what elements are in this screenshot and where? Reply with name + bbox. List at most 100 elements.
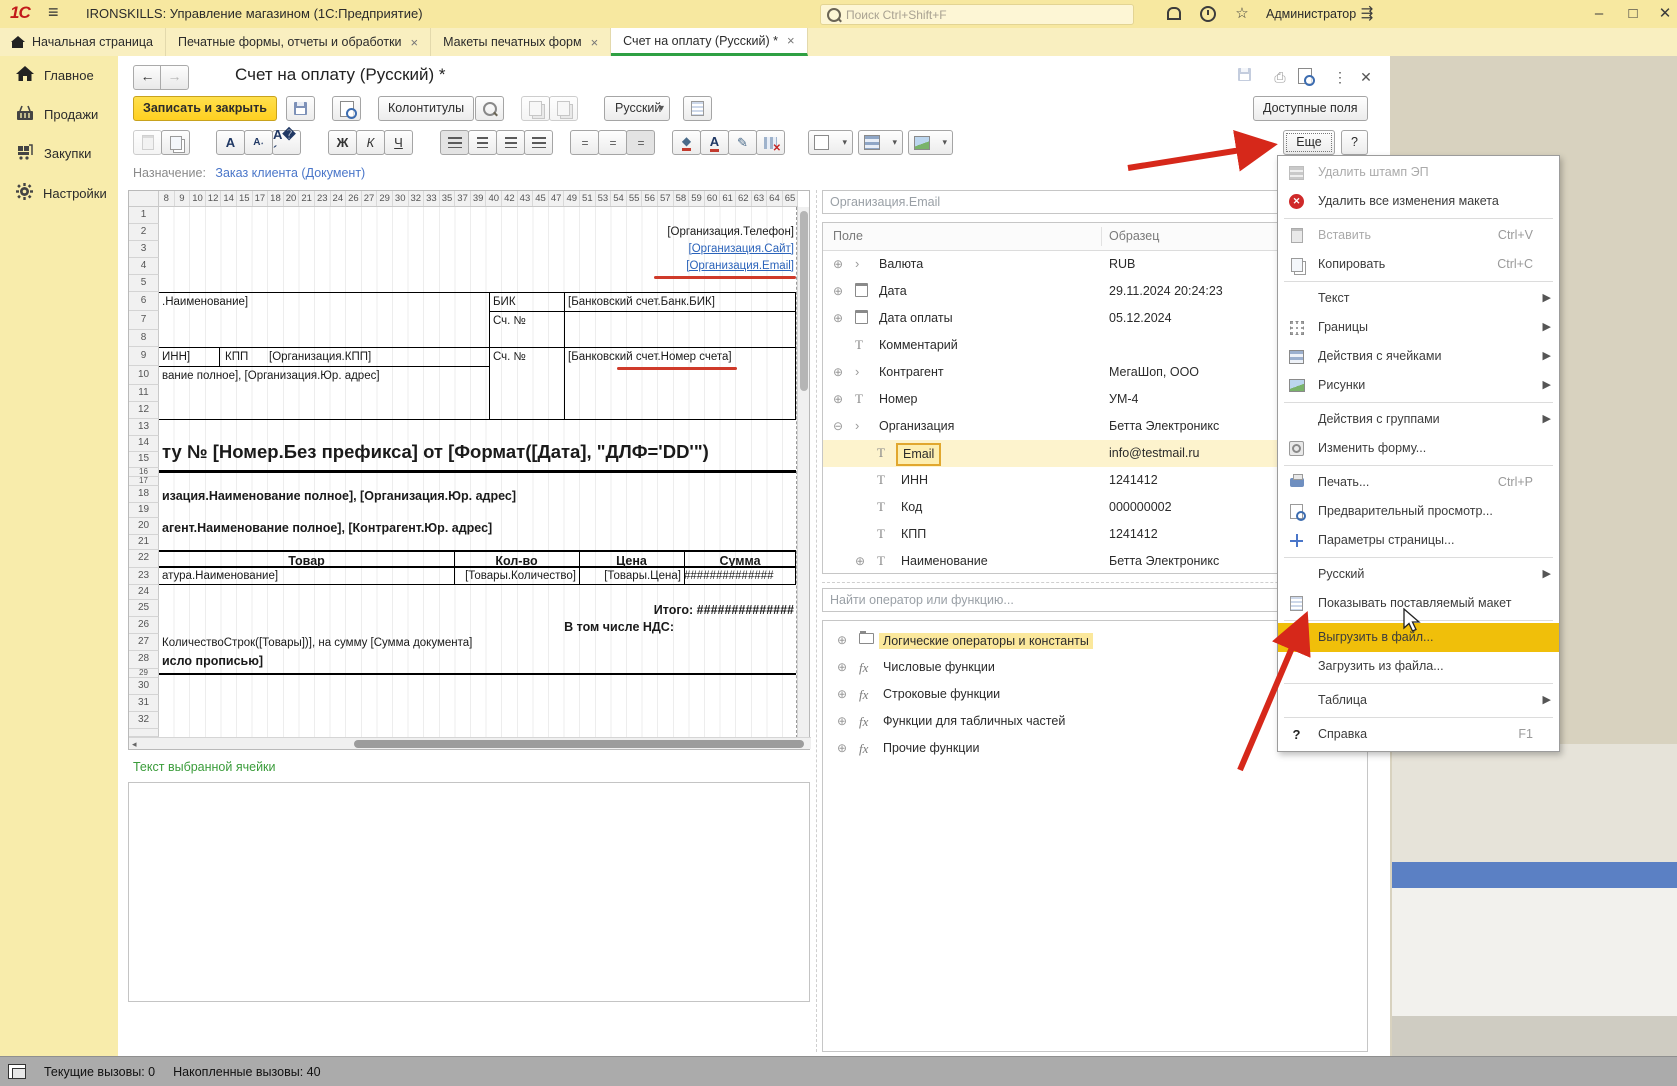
sidebar-item-1[interactable]: Продажи [0,95,118,134]
column-header[interactable]: 20 [284,191,300,206]
edit-cell-button[interactable]: ✎ [728,130,757,155]
cell-goods-price[interactable]: [Товары.Цена] [579,570,681,582]
expand-icon[interactable]: ⊕ [833,365,843,379]
column-header[interactable]: 10 [190,191,206,206]
menu-item-22[interactable]: Загрузить из файла... [1278,652,1559,681]
expand-icon[interactable]: ⊕ [837,687,847,701]
kebab-menu-icon[interactable]: ⋮ [1328,68,1352,88]
row-header[interactable]: 28 [129,651,159,669]
bold-button[interactable]: Ж [328,130,357,155]
cell-org-site[interactable]: [Организация.Сайт] [689,243,794,255]
column-header[interactable]: 32 [409,191,425,206]
sidebar-item-0[interactable]: Главное [0,56,118,95]
global-search-input[interactable]: Поиск Ctrl+Shift+F [820,4,1134,25]
column-header[interactable]: 18 [268,191,284,206]
font-larger-button[interactable]: А�´ [272,130,301,155]
column-header[interactable]: 26 [346,191,362,206]
cell-org-phone[interactable]: [Организация.Телефон] [667,226,794,238]
favorites-star-icon[interactable]: ☆ [1231,4,1253,24]
cell-account-label[interactable]: Сч. № [493,315,526,327]
column-header[interactable]: 15 [237,191,253,206]
row-header[interactable]: 4 [129,258,159,275]
row-header[interactable]: 17 [129,477,159,486]
tab-2[interactable]: Макеты печатных форм× [431,28,611,56]
column-header[interactable]: 51 [580,191,596,206]
row-header[interactable]: 20 [129,518,159,535]
forward-button[interactable]: → [160,65,189,90]
menu-item-26[interactable]: ?СправкаF1 [1278,720,1559,749]
align-center-button[interactable] [468,130,497,155]
column-header[interactable]: 55 [627,191,643,206]
column-header[interactable]: 53 [596,191,612,206]
expand-icon[interactable]: ⊕ [833,257,843,271]
row-header[interactable]: 7 [129,311,159,330]
collapse-icon[interactable]: ⊖ [833,419,843,433]
expand-icon[interactable]: ⊕ [837,633,847,647]
expand-icon[interactable]: ⊕ [833,284,843,298]
tab-0[interactable]: Начальная страница [0,28,166,56]
tab-1[interactable]: Печатные формы, отчеты и обработки× [166,28,431,56]
column-header[interactable]: 64 [767,191,783,206]
cell-bik-value[interactable]: [Банковский счет.Банк.БИК] [568,296,715,308]
cell-org-fullname[interactable]: вание полное], [Организация.Юр. адрес] [162,370,380,382]
vertical-align-middle-button[interactable]: = [598,130,627,155]
copy-icon[interactable] [161,130,190,155]
column-header[interactable]: 63 [752,191,768,206]
cell-rows-count[interactable]: КоличествоСтрок([Товары])], на сумму [Су… [162,637,472,649]
menu-item-15[interactable]: Предварительный просмотр... [1278,497,1559,526]
row-header[interactable]: 24 [129,585,159,600]
cell-org-email[interactable]: [Организация.Email] [686,260,794,272]
expand-icon[interactable]: ⊕ [855,554,865,568]
available-fields-button[interactable]: Доступные поля [1253,96,1368,121]
cell-goods-name[interactable]: атура.Наименование] [162,570,278,582]
row-header[interactable]: 3 [129,241,159,258]
headers-footers-button[interactable]: Колонтитулы [378,96,474,121]
row-header[interactable]: 15 [129,452,159,468]
save-and-close-button[interactable]: Записать и закрыть [133,96,277,121]
back-button[interactable]: ← [133,65,162,90]
font-color-button[interactable]: А [700,130,729,155]
current-user-label[interactable]: Администратор [1266,7,1356,21]
column-header[interactable]: 23 [315,191,331,206]
row-header[interactable]: 5 [129,275,159,292]
help-button[interactable]: ? [1341,130,1368,155]
row-header[interactable]: 32 [129,712,159,729]
tab-3[interactable]: Счет на оплату (Русский) *× [611,28,807,56]
cell-bank-name[interactable]: .Наименование] [162,296,248,308]
menu-item-24[interactable]: Таблица▶ [1278,686,1559,715]
row-header[interactable]: 11 [129,385,159,402]
sheet-row-headers[interactable]: 1234567891011121314151617181920212223242… [129,207,159,737]
sheet-column-headers[interactable]: 8910121415171820212324262729303233353739… [159,191,798,207]
italic-button[interactable]: К [356,130,385,155]
row-header[interactable]: 22 [129,550,159,568]
cell-total[interactable]: Итого: ############## [654,603,794,617]
page-view-button[interactable] [683,96,712,121]
copy-layout-button[interactable] [521,96,550,121]
row-header[interactable]: 23 [129,568,159,585]
menu-item-0[interactable]: Удалить штамп ЭП [1278,158,1559,187]
menu-item-14[interactable]: Печать...Ctrl+P [1278,468,1559,497]
zoom-button[interactable] [475,96,504,121]
menu-item-18[interactable]: Русский▶ [1278,560,1559,589]
history-clock-icon[interactable] [1197,4,1219,24]
row-header[interactable]: 31 [129,695,159,712]
column-header[interactable]: 27 [362,191,378,206]
row-header[interactable]: 30 [129,678,159,695]
column-header[interactable]: 8 [159,191,175,206]
column-header[interactable]: 45 [533,191,549,206]
expand-icon[interactable]: ⊕ [837,741,847,755]
notifications-bell-icon[interactable] [1163,4,1185,24]
column-header[interactable]: 58 [674,191,690,206]
language-select[interactable]: Русский [604,96,670,121]
row-header[interactable]: 18 [129,486,159,503]
more-button[interactable]: Еще ▾ [1283,130,1335,155]
menu-item-16[interactable]: Параметры страницы... [1278,526,1559,555]
expand-icon[interactable]: ⊕ [837,714,847,728]
column-header[interactable]: 62 [736,191,752,206]
menu-item-6[interactable]: Текст▶ [1278,284,1559,313]
picture-dropdown[interactable]: ▾ [908,130,953,155]
menu-item-7[interactable]: Границы▶ [1278,313,1559,342]
row-header[interactable]: 9 [129,347,159,366]
menu-item-11[interactable]: Действия с группами▶ [1278,405,1559,434]
sheet-horizontal-scrollbar[interactable]: ◂ [129,737,811,749]
